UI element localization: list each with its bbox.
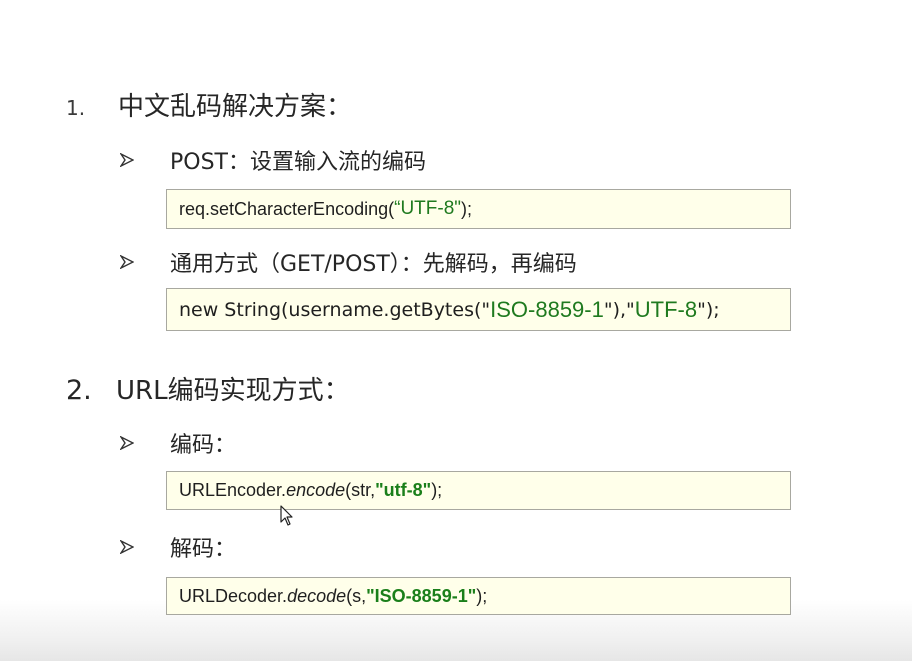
code-string: “UTF-8" [394,198,462,219]
section-number: 1. [66,96,86,120]
arrow-bullet-icon [120,255,134,269]
bullet-label: 解码： [170,537,237,562]
code-text: "); [697,298,720,321]
bullet-encode: 编码： [120,427,236,459]
code-box-general: new String(username.getBytes(" ISO-8859-1… [166,288,791,331]
code-text: req.setCharacterEncoding( [179,198,395,219]
bullet-decode: 解码： [120,531,236,563]
code-string: ISO-8859-1 [490,296,604,322]
code-text: ); [476,585,488,606]
code-text: URLEncoder. [179,480,287,500]
code-text: new String(username.getBytes(" [179,298,491,321]
code-string: "utf-8" [375,480,432,500]
code-text: ); [461,198,473,219]
mouse-cursor-icon [280,505,293,526]
code-method: decode [287,585,347,606]
bullet-label: 通用方式（GET/POST）：先解码，再编码 [170,252,577,277]
code-string: "ISO-8859-1" [366,585,477,606]
code-string: UTF-8 [634,296,698,322]
bullet-label: POST：设置输入流的编码 [170,150,426,175]
bullet-label: 编码： [170,433,237,458]
bullet-general: 通用方式（GET/POST）：先解码，再编码 [120,246,577,278]
code-text: (str, [345,480,376,500]
slide: 1. 中文乱码解决方案： POST：设置输入流的编码 req.setCharac… [0,0,912,661]
section-number: 2. [66,375,92,406]
section-title: URL编码实现方式： [116,376,350,406]
arrow-bullet-icon [120,436,134,450]
code-text: URLDecoder. [179,585,288,606]
code-text: (s, [346,585,367,606]
code-box-post: req.setCharacterEncoding(“UTF-8"); [166,189,791,229]
code-text: ); [431,480,443,500]
section-heading-2: 2. URL编码实现方式： [66,370,350,407]
bullet-post: POST：设置输入流的编码 [120,144,426,176]
code-box-decode: URLDecoder. decode (s, "ISO-8859-1"); [166,577,791,615]
arrow-bullet-icon [120,540,134,554]
code-method: encode [286,480,346,500]
section-title: 中文乱码解决方案： [118,92,353,122]
code-text: ")," [603,298,635,321]
code-box-encode: URLEncoder. encode (str, "utf-8"); [166,471,791,510]
arrow-bullet-icon [120,153,134,167]
section-heading-1: 1. 中文乱码解决方案： [66,86,352,123]
